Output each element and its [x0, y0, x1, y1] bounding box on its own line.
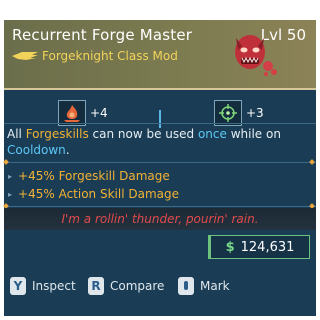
- key-y-icon: Y: [10, 277, 26, 295]
- desc-text: while on: [226, 127, 281, 141]
- class-mod-row: Forgeknight Class Mod: [12, 48, 178, 64]
- desc-highlight: Cooldown: [7, 143, 66, 157]
- bonus-label: Action Skill Damage: [58, 187, 179, 201]
- price-badge: $ 124,631: [208, 235, 310, 259]
- flavor-text: I'm a rollin' thunder, pourin' rain.: [4, 208, 316, 230]
- separator: [4, 162, 316, 163]
- skill-value: +3: [246, 106, 264, 120]
- mark-label: Mark: [200, 279, 230, 293]
- price-value: 124,631: [240, 239, 295, 255]
- desc-highlight: Forgeskills: [25, 127, 89, 141]
- separator: [4, 206, 316, 207]
- item-card: Recurrent Forge Master Lvl 50 Forgeknigh…: [3, 20, 316, 316]
- desc-text: All: [7, 127, 26, 141]
- compare-label: Compare: [110, 279, 165, 293]
- desc-highlight: once: [197, 127, 227, 141]
- inspect-button[interactable]: Y Inspect: [10, 276, 76, 296]
- compare-button[interactable]: R Compare: [88, 276, 164, 296]
- class-mod-label: Forgeknight Class Mod: [42, 49, 178, 63]
- inspect-label: Inspect: [32, 279, 76, 293]
- demon-mask-icon: [235, 35, 277, 76]
- mark-key-icon: [178, 277, 194, 295]
- price-row: $ 124,631: [4, 232, 316, 264]
- desc-text: can now be used: [88, 127, 198, 141]
- item-description: All Forgeskills can now be used once whi…: [7, 126, 307, 158]
- separator-marker: [3, 159, 9, 165]
- dollar-icon: $: [225, 239, 235, 255]
- item-name: Recurrent Forge Master: [12, 26, 193, 44]
- bonus-line: ▸ +45% Action Skill Damage: [8, 186, 179, 202]
- bullet-arrow-icon: ▸: [8, 171, 13, 181]
- separator-marker: [309, 159, 315, 165]
- separator: [4, 123, 316, 124]
- bonus-value: +45%: [18, 187, 55, 201]
- wing-icon: [12, 52, 38, 60]
- mark-button[interactable]: Mark: [178, 276, 230, 296]
- bullet-arrow-icon: ▸: [8, 189, 13, 199]
- key-r-icon: R: [88, 277, 104, 295]
- bonus-value: +45%: [18, 169, 55, 183]
- skill-value: +4: [90, 106, 108, 120]
- item-header: Recurrent Forge Master Lvl 50 Forgeknigh…: [4, 20, 316, 90]
- bonus-line: ▸ +45% Forgeskill Damage: [8, 168, 170, 184]
- bonus-label: Forgeskill Damage: [58, 169, 170, 183]
- desc-text: .: [65, 143, 70, 157]
- action-bar: Y Inspect R Compare Mark: [4, 274, 316, 302]
